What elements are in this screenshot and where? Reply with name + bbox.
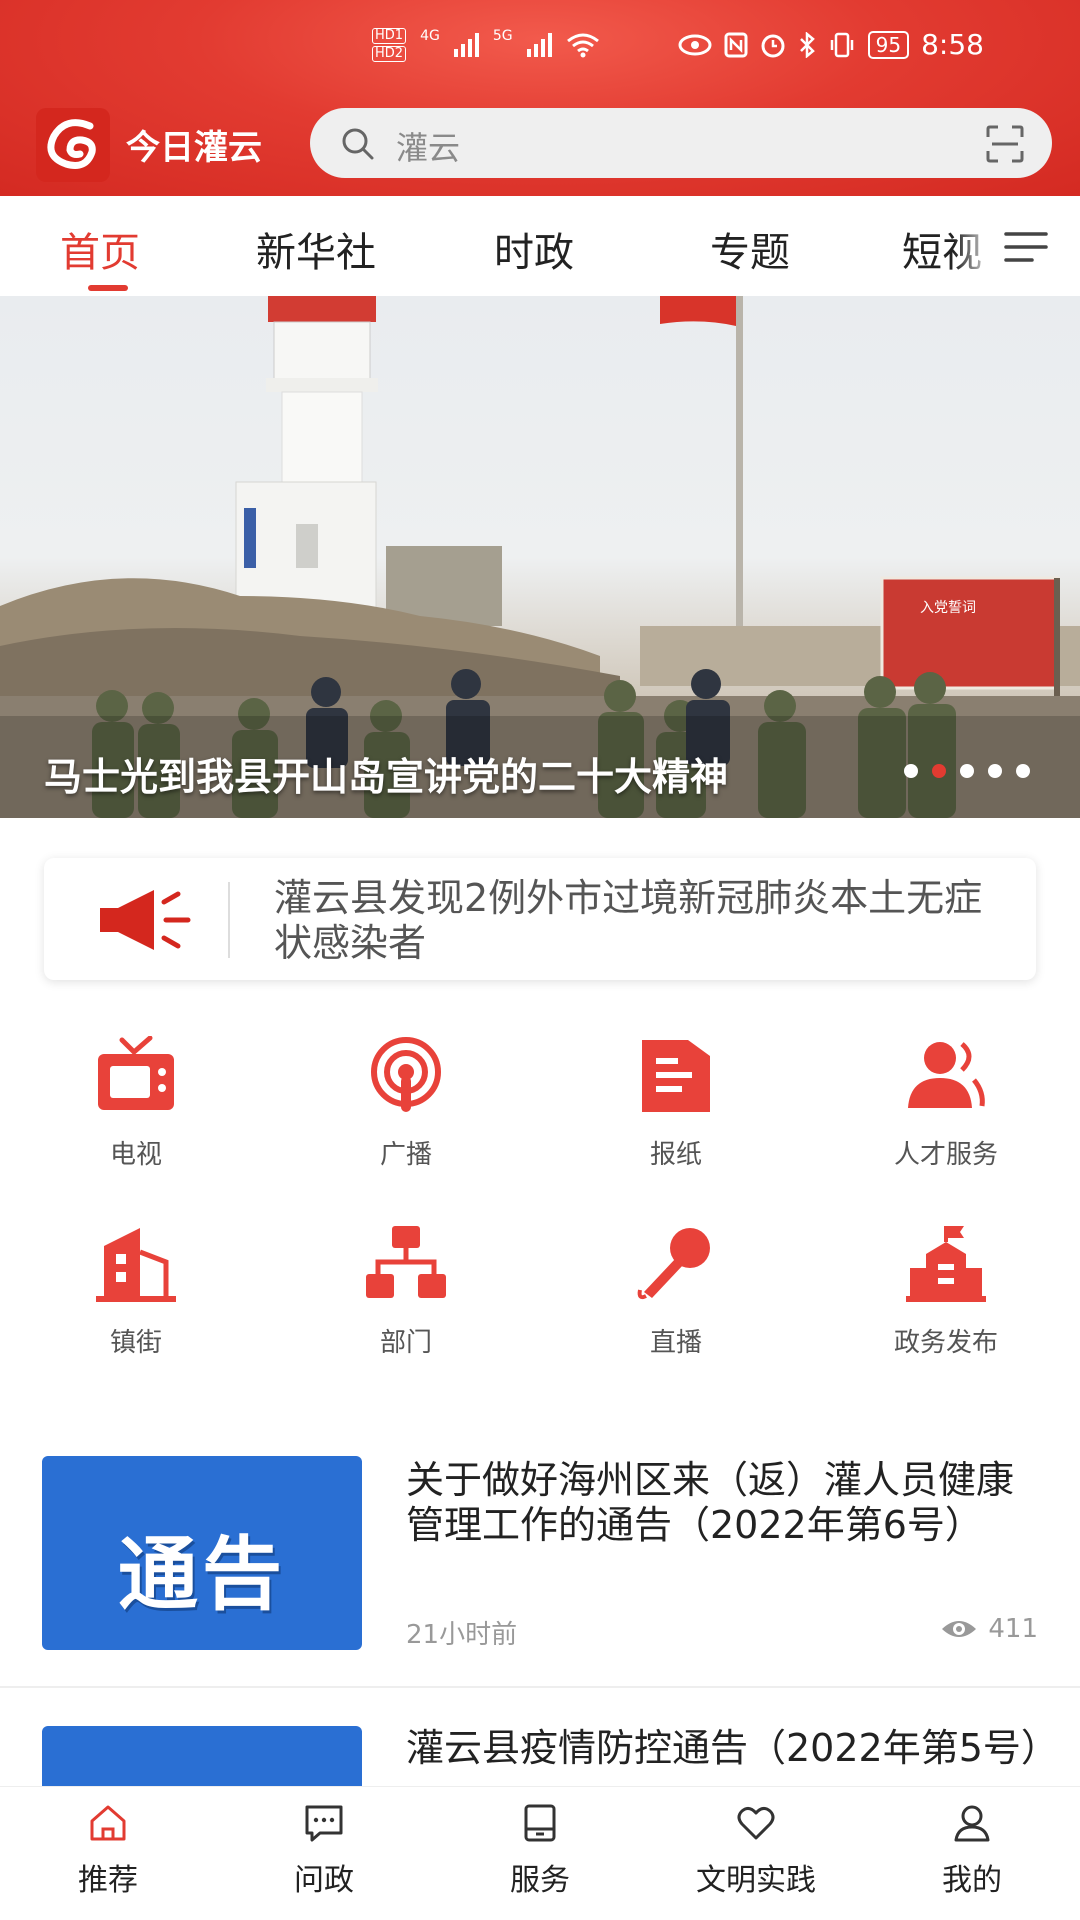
carousel-dot <box>988 764 1002 778</box>
nav-recommend[interactable]: 推荐 <box>0 1787 216 1899</box>
status-bar: HD1 HD2 4G 5G 95 8:58 <box>0 28 1080 78</box>
network-4g-label: 4G <box>420 28 440 44</box>
service-label: 广播 <box>379 1140 432 1170</box>
signal-icon <box>453 33 479 57</box>
megaphone-icon <box>100 890 191 950</box>
vibrate-icon <box>830 32 853 57</box>
active-tab-indicator <box>88 285 128 291</box>
news-thumbnail: 通告 <box>42 1456 362 1650</box>
service-label: 镇街 <box>109 1328 162 1358</box>
newspaper-icon <box>642 1040 710 1112</box>
clock: 8:58 <box>921 28 984 61</box>
news-item[interactable]: 通告 关于做好海州区来（返）灌人员健康管理工作的通告（2022年第6号） 21小… <box>0 1456 1080 1676</box>
service-label: 人才服务 <box>893 1140 998 1170</box>
carousel-dot <box>1016 764 1030 778</box>
home-icon <box>90 1805 126 1841</box>
network-5g-label: 5G <box>492 28 513 44</box>
search-placeholder: 灌云 <box>396 129 461 167</box>
service-newspaper[interactable]: 报纸 <box>576 1036 776 1171</box>
view-count-value: 411 <box>988 1614 1038 1644</box>
eye-icon <box>942 1621 977 1637</box>
service-gov-release[interactable]: 政务发布 <box>846 1224 1046 1359</box>
service-live[interactable]: 直播 <box>576 1224 776 1359</box>
nav-mine[interactable]: 我的 <box>864 1787 1080 1899</box>
banner-carousel[interactable]: 入党誓词 马士光到我县开山岛宣讲党的二十大精神 <box>0 296 1080 818</box>
nav-services[interactable]: 服务 <box>432 1787 648 1899</box>
news-item[interactable]: 通告 灌云县疫情防控通告（2022年第5号） <box>0 1726 1080 1786</box>
nav-inquiry[interactable]: 问政 <box>216 1787 432 1899</box>
service-label: 政务发布 <box>893 1328 998 1358</box>
signal-icon <box>526 33 552 57</box>
nfc-icon <box>724 32 748 57</box>
bluetooth-icon <box>799 31 815 58</box>
news-title: 关于做好海州区来（返）灌人员健康管理工作的通告（2022年第6号） <box>406 1458 1015 1547</box>
scan-icon[interactable] <box>986 125 1024 163</box>
bottom-navigation: 推荐 问政 服务 文明实践 我的 <box>0 1786 1080 1920</box>
news-thumbnail: 通告 <box>42 1726 362 1786</box>
tab-xinhua[interactable]: 新华社 <box>256 220 376 278</box>
service-label: 报纸 <box>649 1140 702 1170</box>
tab-home[interactable]: 首页 <box>60 220 140 278</box>
broadcast-icon <box>371 1037 441 1112</box>
banner-caption: 马士光到我县开山岛宣讲党的二十大精神 <box>44 755 729 799</box>
nav-label: 我的 <box>942 1863 1002 1898</box>
microphone-icon <box>637 1228 710 1300</box>
carousel-dots <box>904 764 1030 778</box>
header: HD1 HD2 4G 5G 95 8:58 今日灌云 灌云 <box>0 0 1080 196</box>
wifi-icon <box>566 33 599 58</box>
news-time: 21小时前 <box>406 1620 518 1650</box>
app-screen: HD1 HD2 4G 5G 95 8:58 今日灌云 灌云 首页 新华社 时政 … <box>0 0 1080 1920</box>
channel-tabs: 首页 新华社 时政 专题 短视 <box>0 196 1080 294</box>
divider <box>0 1686 1080 1688</box>
hd1-badge: HD1 <box>372 28 407 44</box>
service-broadcast[interactable]: 广播 <box>306 1036 506 1171</box>
search-bar[interactable]: 灌云 <box>310 108 1052 178</box>
notice-bar[interactable]: 灌云县发现2例外市过境新冠肺炎本土无症状感染者 <box>44 858 1036 980</box>
carousel-dot <box>904 764 918 778</box>
menu-icon[interactable] <box>1004 230 1048 264</box>
nav-label: 服务 <box>510 1863 570 1898</box>
talent-service-icon <box>908 1042 985 1108</box>
tv-icon <box>98 1036 174 1110</box>
search-icon <box>342 128 374 160</box>
view-count: 411 <box>940 1614 1038 1644</box>
banner-image: 入党誓词 <box>0 296 1080 818</box>
app-title: 今日灌云 <box>126 128 262 168</box>
notice-text: 灌云县发现2例外市过境新冠肺炎本土无症状感染者 <box>274 876 983 965</box>
chat-icon <box>305 1805 343 1842</box>
nav-label: 问政 <box>294 1863 354 1898</box>
service-department[interactable]: 部门 <box>306 1224 506 1359</box>
tab-topics[interactable]: 专题 <box>710 220 790 278</box>
nav-label: 推荐 <box>78 1863 138 1898</box>
carousel-dot-active <box>932 764 946 778</box>
notice-divider <box>228 882 230 958</box>
building-icon <box>96 1228 176 1302</box>
app-logo <box>36 108 110 182</box>
thumbnail-text: 通告 <box>118 1528 286 1621</box>
sign-text: 入党誓词 <box>920 600 976 616</box>
battery-indicator: 95 <box>867 30 910 59</box>
nav-civilization[interactable]: 文明实践 <box>648 1787 864 1899</box>
user-icon <box>954 1805 990 1842</box>
government-building-icon <box>906 1226 986 1302</box>
nav-label: 文明实践 <box>696 1863 816 1898</box>
service-talent[interactable]: 人才服务 <box>846 1036 1046 1171</box>
heart-icon <box>737 1806 775 1840</box>
service-label: 部门 <box>379 1328 432 1358</box>
eye-icon <box>678 34 712 55</box>
service-tv[interactable]: 电视 <box>36 1036 236 1171</box>
tab-politics[interactable]: 时政 <box>494 220 574 278</box>
carousel-dot <box>960 764 974 778</box>
alarm-icon <box>761 34 785 57</box>
org-chart-icon <box>366 1226 446 1298</box>
news-title: 灌云县疫情防控通告（2022年第5号） <box>406 1726 1059 1770</box>
hd2-badge: HD2 <box>372 46 407 62</box>
service-town[interactable]: 镇街 <box>36 1224 236 1359</box>
tablet-icon <box>524 1804 556 1842</box>
service-label: 电视 <box>109 1140 162 1170</box>
service-label: 直播 <box>649 1328 702 1358</box>
